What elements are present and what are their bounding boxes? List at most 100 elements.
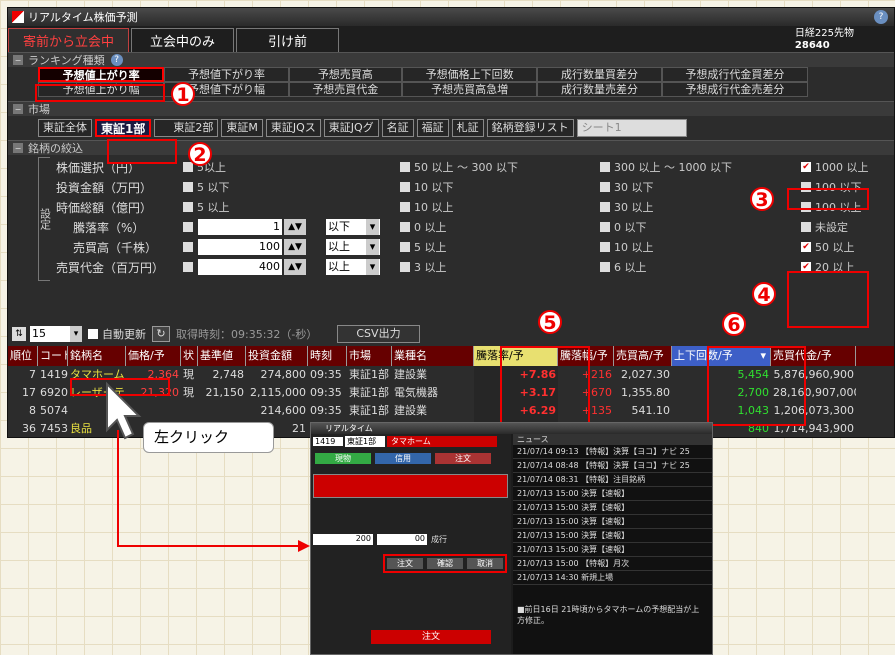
- ranking-sell-diff[interactable]: 成行数量売差分: [537, 82, 662, 97]
- chevron-down-icon[interactable]: ▾: [70, 326, 82, 342]
- col-base[interactable]: 基準値: [198, 346, 246, 366]
- news-item[interactable]: 21/07/13 15:00 決算【速報】: [513, 515, 712, 529]
- checkbox[interactable]: [400, 262, 410, 272]
- popup-execute-button[interactable]: 注文: [371, 630, 491, 644]
- news-item[interactable]: 21/07/13 15:00 【特報】月次: [513, 557, 712, 571]
- checkbox[interactable]: [600, 202, 610, 212]
- filter-opt[interactable]: 5 以上: [400, 238, 447, 256]
- popup-code[interactable]: 1419: [313, 437, 343, 446]
- checkbox[interactable]: [600, 222, 610, 232]
- popup-buy-tab[interactable]: 現物: [315, 453, 371, 464]
- col-market[interactable]: 市場: [347, 346, 392, 366]
- news-item[interactable]: 21/07/14 08:31 【特報】注目銘柄: [513, 473, 712, 487]
- value-value-input[interactable]: 400: [198, 259, 282, 275]
- count-select[interactable]: 15: [30, 326, 70, 342]
- spinner-icon[interactable]: ▲▼: [284, 239, 306, 255]
- tab-session-only[interactable]: 立会中のみ: [131, 28, 235, 52]
- checkbox[interactable]: [183, 162, 193, 172]
- col-sector[interactable]: 業種名: [392, 346, 474, 366]
- col-volume[interactable]: 売買高/予: [614, 346, 672, 366]
- col-time[interactable]: 時刻: [308, 346, 347, 366]
- popup-news-header[interactable]: ニュース: [513, 434, 712, 445]
- filter-opt[interactable]: 3 以上: [400, 258, 447, 276]
- checkbox[interactable]: [600, 242, 610, 252]
- ranking-updown-count[interactable]: 予想価格上下回数: [401, 67, 538, 82]
- market-tse2[interactable]: 東証2部: [154, 119, 219, 137]
- popup-ticker[interactable]: 東証1部: [345, 436, 385, 447]
- market-sse[interactable]: 札証: [451, 119, 484, 137]
- ranking-value-sell-diff[interactable]: 予想成行代金売差分: [661, 82, 808, 97]
- col-price[interactable]: 価格/予: [126, 346, 181, 366]
- ranking-price-down-rate[interactable]: 予想値下がり率: [164, 67, 289, 82]
- filter-opt[interactable]: 50 以上 ～ 300 以下: [400, 158, 518, 176]
- checkbox[interactable]: [400, 222, 410, 232]
- market-nse[interactable]: 名証: [381, 119, 414, 137]
- market-jqg[interactable]: 東証JQグ: [323, 119, 379, 137]
- collapse-icon[interactable]: −: [13, 55, 23, 65]
- ranking-volume[interactable]: 予想売買高: [288, 67, 402, 82]
- market-fse[interactable]: 福証: [416, 119, 449, 137]
- checked-checkbox-icon[interactable]: ✔: [801, 162, 811, 172]
- col-rank[interactable]: 順位: [8, 346, 38, 366]
- ranking-help-icon[interactable]: ?: [110, 54, 123, 66]
- refresh-icon[interactable]: ↻: [152, 326, 170, 342]
- ranking-volume-surge[interactable]: 予想売買高急増: [401, 82, 538, 97]
- csv-export-button[interactable]: CSV出力: [337, 325, 420, 343]
- filter-opt[interactable]: 0 以下: [600, 218, 647, 236]
- market-tse1[interactable]: 東証1部: [95, 119, 152, 137]
- filter-opt[interactable]: 10 以下: [400, 178, 454, 196]
- checkbox[interactable]: [600, 182, 610, 192]
- popup-price-input[interactable]: 00: [377, 534, 427, 545]
- filter-opt[interactable]: 30 以上: [600, 198, 654, 216]
- checkbox[interactable]: [183, 262, 193, 272]
- filter-opt[interactable]: 10 以上: [600, 238, 654, 256]
- popup-margin-tab[interactable]: 信用: [375, 453, 431, 464]
- volume-cond-select[interactable]: 以上: [326, 239, 380, 255]
- tab-pre-open[interactable]: 寄前から立会中: [8, 28, 130, 52]
- market-all[interactable]: 東証全体: [38, 119, 92, 137]
- sheet-select[interactable]: シート1: [576, 119, 687, 137]
- popup-order-button[interactable]: 注文: [387, 558, 423, 569]
- filter-opt[interactable]: 6 以上: [600, 258, 647, 276]
- filter-opt[interactable]: 30 以下: [600, 178, 654, 196]
- spinner-icon[interactable]: ▲▼: [284, 259, 306, 275]
- change-value-input[interactable]: 1: [198, 219, 282, 235]
- checkbox[interactable]: [600, 162, 610, 172]
- col-name[interactable]: 銘柄名: [68, 346, 126, 366]
- market-jqs[interactable]: 東証JQス: [265, 119, 321, 137]
- checkbox[interactable]: [400, 242, 410, 252]
- checkbox[interactable]: [400, 202, 410, 212]
- ranking-value-buy-diff[interactable]: 予想成行代金買差分: [661, 67, 808, 82]
- popup-qty-input[interactable]: 200: [313, 534, 373, 545]
- checkbox[interactable]: [183, 242, 193, 252]
- change-cond-select[interactable]: 以下: [326, 219, 380, 235]
- filter-opt[interactable]: 未設定: [801, 218, 848, 236]
- collapse-icon[interactable]: −: [13, 143, 23, 153]
- checked-checkbox-icon[interactable]: ✔: [801, 242, 811, 252]
- spinner-icon[interactable]: ▲▼: [284, 219, 306, 235]
- auto-update-checkbox[interactable]: [88, 329, 98, 339]
- filter-opt[interactable]: 0 以上: [400, 218, 447, 236]
- filter-opt[interactable]: 10 以上: [400, 198, 454, 216]
- popup-cancel-button[interactable]: 取消: [467, 558, 503, 569]
- col-code[interactable]: コード: [38, 346, 68, 366]
- value-cond-select[interactable]: 以上: [326, 259, 380, 275]
- filter-opt[interactable]: 5 以下: [183, 178, 230, 196]
- checkbox[interactable]: [400, 162, 410, 172]
- market-section-header[interactable]: − 市場: [8, 101, 894, 116]
- tab-before-close[interactable]: 引け前: [236, 28, 340, 52]
- filter-opt[interactable]: 5 以上: [183, 198, 230, 216]
- market-tsem[interactable]: 東証M: [221, 119, 263, 137]
- help-icon[interactable]: ?: [874, 10, 888, 24]
- news-item[interactable]: 21/07/13 15:00 決算【速報】: [513, 529, 712, 543]
- filter-opt-volume-50[interactable]: ✔ 50 以上: [801, 238, 855, 256]
- volume-value-input[interactable]: 100: [198, 239, 282, 255]
- collapse-icon[interactable]: −: [13, 104, 23, 114]
- col-status[interactable]: 状: [181, 346, 198, 366]
- news-item[interactable]: 21/07/13 15:00 決算【速報】: [513, 501, 712, 515]
- ranking-section-header[interactable]: − ランキング種類?: [8, 52, 894, 67]
- col-investment[interactable]: 投資金額: [246, 346, 308, 366]
- ranking-buy-diff[interactable]: 成行数量買差分: [537, 67, 662, 82]
- filter-opt[interactable]: 300 以上 ～ 1000 以下: [600, 158, 732, 176]
- popup-order-tab[interactable]: 注文: [435, 453, 491, 464]
